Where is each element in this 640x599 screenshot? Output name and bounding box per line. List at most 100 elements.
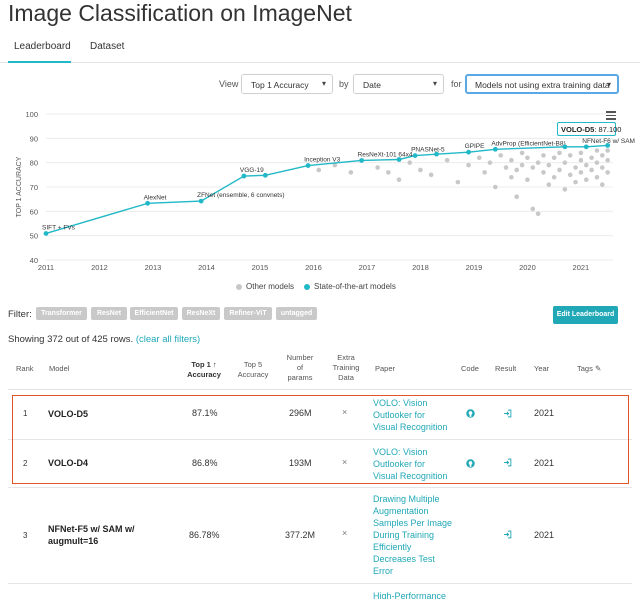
sort-arrow-up-icon: ↑ (212, 360, 217, 369)
sota-point-label: PNASNet-5 (411, 147, 445, 154)
x-tick-label: 2017 (359, 263, 376, 272)
header-params[interactable]: Number of params (283, 353, 317, 383)
view-select[interactable]: Top 1 Accuracy ▾ (241, 74, 333, 94)
header-tags[interactable]: Tags ✎ (577, 364, 601, 374)
row-top1: 86.78% (189, 530, 220, 540)
tooltip-value: 87.100 (598, 125, 622, 134)
other-model-point (407, 160, 413, 165)
row-paper-link[interactable]: High-Performance (373, 590, 446, 599)
y-tick-label: 60 (30, 207, 38, 216)
legend-other-label: Other models (246, 282, 295, 291)
row-paper-link[interactable]: Drawing Multiple Augmentation Samples Pe… (373, 493, 452, 577)
other-model-point (605, 157, 610, 163)
sota-point-label: GPIPE (465, 143, 486, 150)
y-axis-label: TOP 1 ACCURACY (16, 156, 23, 217)
other-model-point (573, 179, 578, 185)
other-model-point (583, 177, 589, 182)
other-model-point (541, 170, 546, 175)
legend-sota-label: State-of-the-art models (314, 282, 396, 291)
other-model-point (562, 160, 568, 165)
other-model-point (605, 148, 610, 153)
other-model-point (551, 155, 557, 161)
x-tick-label: 2014 (198, 263, 215, 272)
sota-point-label: SIFT + FVs (42, 224, 76, 231)
other-model-point (476, 155, 482, 161)
page-title: Image Classification on ImageNet (8, 0, 352, 26)
x-tick-label: 2012 (91, 263, 108, 272)
filter-tag-resnext[interactable]: ResNeXt (182, 307, 220, 320)
row-model[interactable]: NFNet-F5 w/ SAM w/ augmult=16 (48, 523, 135, 547)
view-label: View (219, 79, 239, 89)
sota-point (492, 146, 498, 152)
sota-point (583, 144, 589, 150)
other-model-point (578, 150, 584, 156)
x-tick-label: 2016 (305, 263, 322, 272)
other-model-point (428, 172, 434, 178)
header-params-line3: params (287, 373, 313, 382)
other-model-point (396, 177, 402, 182)
tab-dataset[interactable]: Dataset (90, 41, 124, 52)
clear-filters-link[interactable]: (clear all filters) (136, 334, 200, 345)
row-rank: 3 (23, 531, 28, 540)
filter-row: Filter: Transformer ResNet EfficientNet … (0, 307, 640, 321)
other-model-point (498, 153, 503, 158)
header-extra-data[interactable]: Extra Training Data (327, 353, 365, 383)
x-tick-label: 2020 (519, 263, 536, 272)
filter-tag-resnet[interactable]: ResNet (91, 307, 127, 320)
header-params-line1: Number (286, 353, 314, 362)
header-params-line2: of (296, 363, 304, 372)
other-model-point (466, 162, 471, 168)
header-top5[interactable]: Top 5 Accuracy (235, 360, 271, 380)
other-model-point (519, 150, 525, 156)
edit-leaderboard-button[interactable]: Edit Leaderboard (553, 306, 618, 324)
other-model-point (541, 153, 546, 158)
tab-bar: Leaderboard Dataset (0, 37, 640, 63)
header-result[interactable]: Result (495, 364, 516, 374)
legend-other-dot (236, 284, 242, 290)
sota-point-label: ZFNet (ensemble, 6 convnets) (197, 192, 284, 199)
other-model-point (567, 153, 573, 158)
active-tab-indicator (8, 61, 71, 63)
header-top1-line1: Top 1 ↑ (191, 360, 217, 369)
other-model-point (573, 165, 578, 170)
other-model-point (578, 170, 584, 175)
result-link-icon[interactable] (503, 530, 512, 539)
header-top1-line2: Accuracy (187, 370, 221, 379)
header-model[interactable]: Model (49, 364, 69, 374)
header-paper[interactable]: Paper (375, 364, 395, 374)
filter-tag-refiner-vit[interactable]: Refiner-ViT (224, 307, 272, 320)
other-model-point (418, 167, 423, 173)
for-select[interactable]: Models not using extra training data ▾ (465, 74, 619, 94)
x-tick-label: 2011 (38, 263, 54, 272)
header-code[interactable]: Code (461, 364, 479, 374)
header-rank[interactable]: Rank (16, 364, 34, 374)
filter-tag-untagged[interactable]: untagged (276, 307, 317, 320)
sota-point-label: VGG-19 (240, 167, 264, 174)
row-divider (8, 487, 632, 488)
other-model-point (386, 170, 391, 175)
other-model-point (594, 160, 600, 165)
other-model-point (487, 160, 493, 165)
chevron-down-icon: ▾ (432, 79, 437, 88)
other-model-point (525, 155, 530, 161)
other-model-point (482, 170, 487, 175)
header-top5-line2: Accuracy (237, 370, 269, 379)
filter-tag-transformer[interactable]: Transformer (36, 307, 87, 320)
sota-point (605, 142, 611, 148)
sota-point (562, 144, 568, 150)
header-top1[interactable]: Top 1 ↑ Accuracy (186, 360, 222, 380)
chart-menu-icon[interactable] (606, 111, 616, 120)
other-model-point (535, 160, 541, 165)
header-year[interactable]: Year (534, 364, 549, 374)
other-model-point (493, 184, 498, 190)
other-model-point (594, 174, 600, 180)
chevron-down-icon: ▾ (606, 80, 611, 89)
leaderboard-table: Rank Model Top 1 ↑ Accuracy Top 5 Accura… (0, 350, 640, 599)
y-tick-label: 70 (30, 183, 38, 192)
other-model-point (567, 172, 573, 178)
other-model-point (503, 165, 509, 170)
by-select[interactable]: Date ▾ (353, 74, 444, 94)
other-model-point (455, 179, 461, 185)
filter-tag-efficientnet[interactable]: EfficientNet (130, 307, 178, 320)
tab-leaderboard[interactable]: Leaderboard (14, 41, 71, 52)
